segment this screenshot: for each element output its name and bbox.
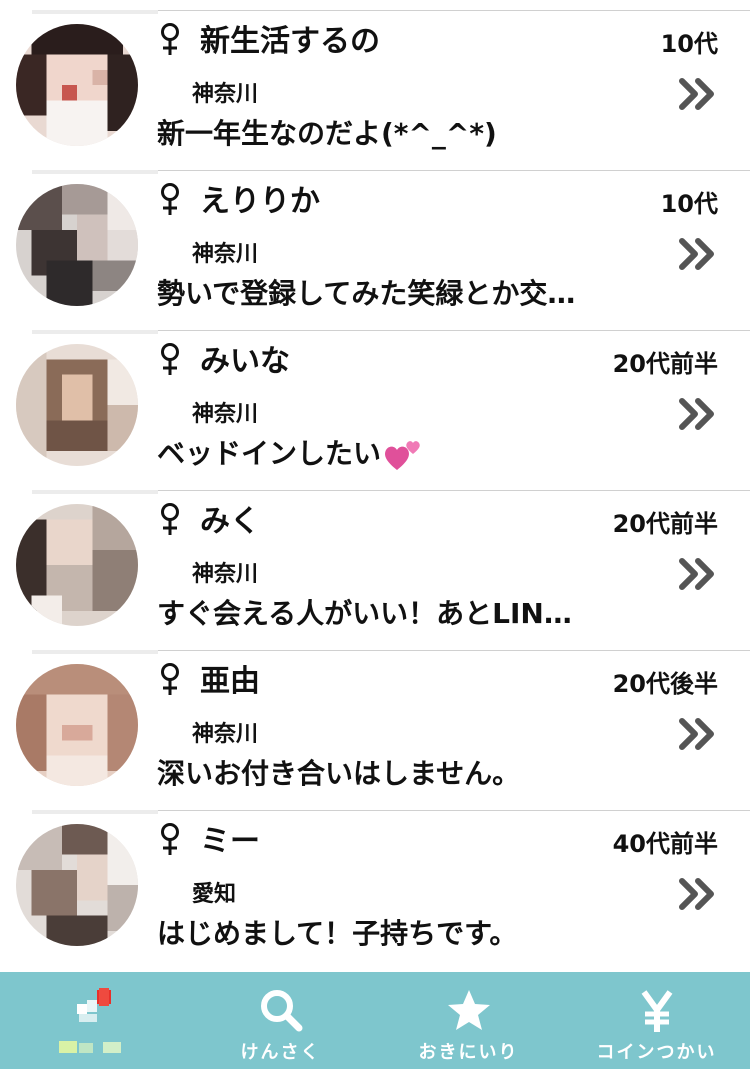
profile-message: 勢いで登録してみた笑緑とか交…: [157, 272, 575, 316]
female-icon: [158, 502, 188, 542]
profile-row[interactable]: 亜由 20代後半 神奈川 深いお付き合いはしません。: [0, 640, 750, 800]
female-icon: [158, 22, 188, 62]
chevron-right-icon[interactable]: [678, 876, 718, 912]
profile-row[interactable]: えりりか 10代 神奈川 勢いで登録してみた笑緑とか交…: [0, 160, 750, 320]
tab-coins[interactable]: コインつかい: [563, 972, 750, 1069]
profile-message: すぐ会える人がいい！あとLIN…: [157, 592, 572, 636]
profile-name: みいな: [200, 344, 290, 379]
profile-prefecture: 神奈川: [192, 82, 259, 107]
profile-message-text: 新一年生なのだよ(*^_^*): [157, 117, 497, 150]
row-divider-shadow: [32, 10, 158, 14]
profile-prefecture: 愛知: [192, 882, 237, 907]
profile-name: えりりか: [200, 184, 320, 219]
search-icon: [260, 990, 302, 1032]
female-icon: [158, 662, 188, 702]
row-divider: [157, 10, 750, 11]
profile-age: 40代前半: [612, 830, 718, 858]
profile-age: 10代: [660, 30, 718, 58]
bottom-tab-bar: けんさく おきにいり コインつかい: [0, 972, 750, 1069]
female-icon: [158, 822, 188, 862]
profile-message: 新一年生なのだよ(*^_^*): [157, 112, 497, 156]
chevron-right-icon[interactable]: [678, 236, 718, 272]
yen-icon: [641, 990, 672, 1032]
profile-row[interactable]: ミー 40代前半 愛知 はじめまして！子持ちです。: [0, 800, 750, 960]
profile-message: ベッドインしたい: [157, 432, 423, 476]
profile-name: ミー: [200, 824, 260, 859]
avatar[interactable]: [16, 824, 138, 946]
female-icon: [158, 342, 188, 382]
row-divider: [157, 490, 750, 491]
row-divider-shadow: [32, 330, 158, 334]
tab-coins-label: コインつかい: [596, 1042, 717, 1063]
avatar[interactable]: [16, 184, 138, 306]
blurred-board-icon: [76, 988, 111, 1022]
row-divider-shadow: [32, 490, 158, 494]
profile-message-text: すぐ会える人がいい！あとLIN…: [157, 597, 572, 630]
profile-message: 深いお付き合いはしません。: [157, 752, 520, 796]
row-divider: [157, 170, 750, 171]
profile-age: 20代後半: [612, 670, 718, 698]
chevron-right-icon[interactable]: [678, 716, 718, 752]
row-divider: [157, 330, 750, 331]
tab-search-label: けんさく: [240, 1042, 321, 1063]
female-icon: [158, 182, 188, 222]
profile-list: 新生活するの 10代 神奈川 新一年生なのだよ(*^_^*) えりりか 10代 …: [0, 0, 750, 972]
profile-row[interactable]: みいな 20代前半 神奈川 ベッドインしたい: [0, 320, 750, 480]
profile-message-text: はじめまして！子持ちです。: [157, 917, 518, 950]
tab-search[interactable]: けんさく: [187, 972, 374, 1069]
profile-name: 新生活するの: [200, 24, 380, 59]
row-divider: [157, 650, 750, 651]
avatar[interactable]: [16, 344, 138, 466]
row-divider-shadow: [32, 810, 158, 814]
chevron-right-icon[interactable]: [678, 76, 718, 112]
profile-row[interactable]: みく 20代前半 神奈川 すぐ会える人がいい！あとLIN…: [0, 480, 750, 640]
avatar[interactable]: [16, 664, 138, 786]
row-divider: [157, 810, 750, 811]
chevron-right-icon[interactable]: [678, 396, 718, 432]
star-icon: [447, 990, 490, 1030]
profile-message: はじめまして！子持ちです。: [157, 912, 517, 956]
row-divider-shadow: [32, 650, 158, 654]
tab-board[interactable]: [0, 972, 187, 1069]
profile-message-text: 勢いで登録してみた笑緑とか交…: [157, 277, 576, 310]
profile-age: 20代前半: [612, 510, 718, 538]
profile-name: 亜由: [200, 664, 260, 699]
row-divider-shadow: [32, 170, 158, 174]
tab-favorites-label: おきにいり: [418, 1042, 519, 1063]
profile-age: 20代前半: [612, 350, 718, 378]
profile-message-text: 深いお付き合いはしません。: [157, 757, 521, 790]
avatar[interactable]: [16, 504, 138, 626]
profile-prefecture: 神奈川: [192, 242, 259, 267]
profile-prefecture: 神奈川: [192, 402, 259, 427]
chevron-right-icon[interactable]: [678, 556, 718, 592]
tab-favorites[interactable]: おきにいり: [375, 972, 562, 1069]
tab-board-label: [0, 1038, 187, 1059]
profile-row[interactable]: 新生活するの 10代 神奈川 新一年生なのだよ(*^_^*): [0, 0, 750, 160]
profile-message-text: ベッドインしたい: [157, 437, 382, 470]
profile-prefecture: 神奈川: [192, 722, 259, 747]
profile-name: みく: [200, 504, 260, 539]
profile-prefecture: 神奈川: [192, 562, 259, 587]
avatar[interactable]: [16, 24, 138, 146]
two-hearts-icon: [385, 441, 420, 470]
profile-age: 10代: [660, 190, 718, 218]
